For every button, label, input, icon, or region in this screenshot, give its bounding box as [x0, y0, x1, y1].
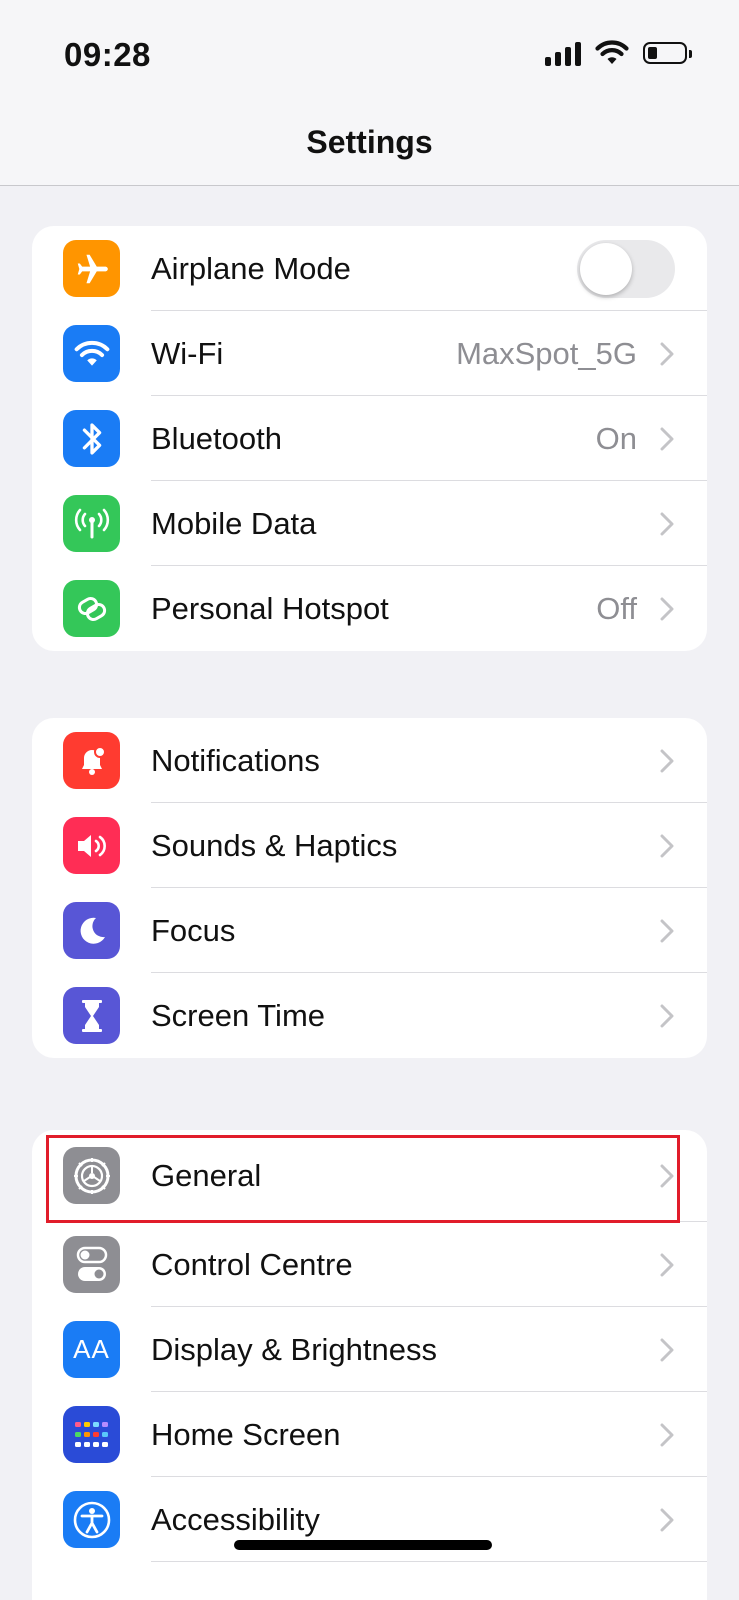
- settings-row-notifications[interactable]: Notifications: [32, 718, 707, 803]
- row-label: Notifications: [151, 742, 320, 778]
- cellular-signal-icon: [545, 40, 581, 66]
- hotspot-status-value: Off: [596, 590, 637, 626]
- chevron-right-icon: [657, 1420, 677, 1450]
- row-label: Wi-Fi: [151, 335, 224, 371]
- chevron-right-icon: [657, 1250, 677, 1280]
- row-label: Airplane Mode: [151, 250, 351, 286]
- chevron-right-icon: [657, 746, 677, 776]
- wifi-status-icon: [595, 40, 629, 64]
- settings-row-home-screen[interactable]: Home Screen: [32, 1392, 707, 1477]
- airplane-mode-toggle[interactable]: [577, 240, 675, 298]
- chevron-right-icon: [657, 424, 677, 454]
- settings-row-bluetooth[interactable]: Bluetooth On: [32, 396, 707, 481]
- row-label: Mobile Data: [151, 505, 317, 541]
- page-title: Settings: [306, 124, 433, 160]
- chevron-right-icon: [657, 1505, 677, 1535]
- row-label: Control Centre: [151, 1246, 353, 1282]
- settings-row-wifi[interactable]: Wi-Fi MaxSpot_5G: [32, 311, 707, 396]
- bell-icon: [63, 732, 120, 789]
- airplane-icon: [63, 240, 120, 297]
- settings-row-personal-hotspot[interactable]: Personal Hotspot Off: [32, 566, 707, 651]
- chevron-right-icon: [657, 1001, 677, 1031]
- switches-icon: [63, 1236, 120, 1293]
- moon-icon: [63, 902, 120, 959]
- navigation-bar: Settings: [0, 110, 739, 186]
- row-label: Accessibility: [151, 1501, 320, 1537]
- wifi-network-value: MaxSpot_5G: [456, 335, 637, 371]
- chevron-right-icon: [657, 1335, 677, 1365]
- battery-icon: [643, 42, 692, 64]
- settings-row-screen-time[interactable]: Screen Time: [32, 973, 707, 1058]
- status-bar: 09:28: [0, 0, 739, 110]
- hourglass-icon: [63, 987, 120, 1044]
- home-grid-icon: [63, 1406, 120, 1463]
- chevron-right-icon: [657, 339, 677, 369]
- notifications-group: Notifications Sounds & Haptics Focus Scr…: [32, 718, 707, 1058]
- status-icons: [545, 40, 692, 66]
- antenna-icon: [63, 495, 120, 552]
- row-label: Screen Time: [151, 997, 326, 1033]
- row-label: Bluetooth: [151, 420, 282, 456]
- settings-row-display-brightness[interactable]: AA Display & Brightness: [32, 1307, 707, 1392]
- chevron-right-icon: [657, 916, 677, 946]
- text-size-icon: AA: [63, 1321, 120, 1378]
- row-label: Sounds & Haptics: [151, 827, 398, 863]
- bluetooth-icon: [63, 410, 120, 467]
- chevron-right-icon: [657, 509, 677, 539]
- row-label: Focus: [151, 912, 236, 948]
- chevron-right-icon: [657, 594, 677, 624]
- wifi-icon: [63, 325, 120, 382]
- chevron-right-icon: [657, 831, 677, 861]
- speaker-icon: [63, 817, 120, 874]
- status-time: 09:28: [64, 36, 151, 73]
- row-label: Display & Brightness: [151, 1331, 438, 1367]
- accessibility-icon: [63, 1491, 120, 1548]
- highlight-box: [46, 1135, 680, 1223]
- row-label: Personal Hotspot: [151, 590, 389, 626]
- hotspot-icon: [63, 580, 120, 637]
- settings-row-airplane-mode[interactable]: Airplane Mode: [32, 226, 707, 311]
- connectivity-group: Airplane Mode Wi-Fi MaxSpot_5G Bluetooth…: [32, 226, 707, 651]
- settings-row-control-centre[interactable]: Control Centre: [32, 1222, 707, 1307]
- bluetooth-status-value: On: [595, 420, 637, 456]
- settings-row-focus[interactable]: Focus: [32, 888, 707, 973]
- home-indicator[interactable]: [234, 1540, 492, 1550]
- settings-row-mobile-data[interactable]: Mobile Data: [32, 481, 707, 566]
- row-label: Home Screen: [151, 1416, 341, 1452]
- settings-row-sounds-haptics[interactable]: Sounds & Haptics: [32, 803, 707, 888]
